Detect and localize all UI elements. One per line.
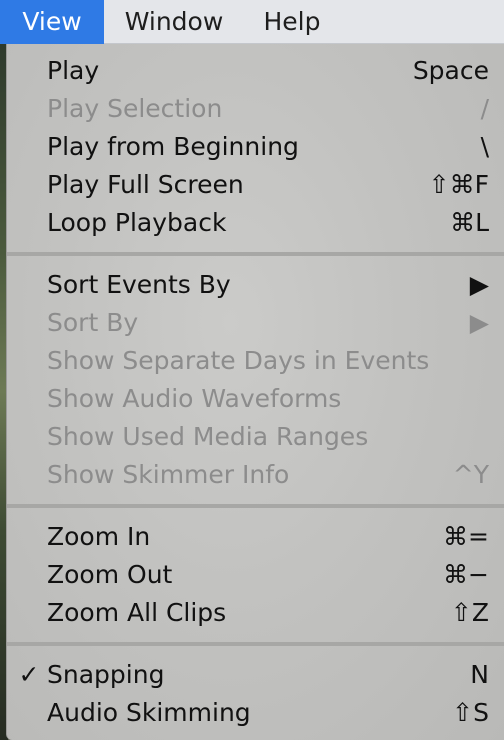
menu-item-play-full-screen[interactable]: Play Full Screen ⇧⌘F [7, 166, 504, 204]
menu-item-zoom-all-clips[interactable]: Zoom All Clips ⇧Z [7, 594, 504, 632]
submenu-arrow-icon: ▶ [469, 270, 489, 299]
menu-item-label: Show Audio Waveforms [47, 384, 342, 413]
menu-item-label: Play [47, 56, 100, 85]
menu-item-loop-playback[interactable]: Loop Playback ⌘L [7, 204, 504, 242]
menu-separator [7, 252, 504, 256]
menu-item-shortcut: ⇧Z [450, 598, 489, 627]
menu-item-shortcut: ^Y [452, 460, 489, 489]
menu-item-play[interactable]: Play Space [7, 52, 504, 90]
menu-bar-window[interactable]: Window [110, 0, 238, 44]
menu-item-label: Sort Events By [47, 270, 231, 299]
menu-item-label: Zoom Out [47, 560, 173, 589]
menu-item-sort-events-by[interactable]: Sort Events By ▶ [7, 266, 504, 304]
menu-item-label: Show Skimmer Info [47, 460, 290, 489]
menu-item-label: Show Separate Days in Events [47, 346, 430, 375]
menu-separator [7, 642, 504, 646]
menu-item-label: Sort By [47, 308, 139, 337]
menu-bar: View Window Help [0, 0, 504, 44]
menu-item-zoom-in[interactable]: Zoom In ⌘= [7, 518, 504, 556]
menu-item-shortcut: ⇧S [452, 698, 489, 727]
menu-item-shortcut: ⌘− [443, 560, 489, 589]
menu-item-snapping[interactable]: ✓ Snapping N [7, 656, 504, 694]
menu-item-label: Audio Skimming [47, 698, 251, 727]
menu-separator [7, 504, 504, 508]
menu-item-label: Zoom In [47, 522, 151, 551]
menu-item-play-selection[interactable]: Play Selection / [7, 90, 504, 128]
submenu-arrow-icon: ▶ [469, 308, 489, 337]
menu-item-zoom-out[interactable]: Zoom Out ⌘− [7, 556, 504, 594]
menu-item-label: Show Used Media Ranges [47, 422, 369, 451]
menu-item-show-audio-waveforms[interactable]: Show Audio Waveforms [7, 380, 504, 418]
menu-item-sort-by[interactable]: Sort By ▶ [7, 304, 504, 342]
menu-item-shortcut: ⌘= [443, 522, 489, 551]
menu-item-label: Play Selection [47, 94, 223, 123]
menu-item-label: Play Full Screen [47, 170, 244, 199]
menu-item-play-from-beginning[interactable]: Play from Beginning \ [7, 128, 504, 166]
menu-item-label: Zoom All Clips [47, 598, 227, 627]
menu-item-label: Loop Playback [47, 208, 227, 237]
menu-item-shortcut: Space [412, 56, 489, 85]
menu-item-audio-skimming[interactable]: Audio Skimming ⇧S [7, 694, 504, 732]
menu-item-shortcut: / [480, 94, 489, 123]
checkmark-icon: ✓ [18, 660, 40, 689]
menu-bar-view[interactable]: View [0, 0, 104, 44]
view-menu-dropdown: Play Space Play Selection / Play from Be… [6, 44, 504, 740]
menu-item-label: Snapping [47, 660, 165, 689]
menu-item-show-separate-days[interactable]: Show Separate Days in Events [7, 342, 504, 380]
menu-item-show-skimmer-info[interactable]: Show Skimmer Info ^Y [7, 456, 504, 494]
menu-item-shortcut: \ [480, 132, 489, 161]
menu-item-label: Play from Beginning [47, 132, 299, 161]
menu-item-shortcut: N [470, 660, 489, 689]
menu-bar-help[interactable]: Help [248, 0, 336, 44]
menu-item-shortcut: ⇧⌘F [428, 170, 489, 199]
menu-item-show-used-media-ranges[interactable]: Show Used Media Ranges [7, 418, 504, 456]
menu-item-shortcut: ⌘L [450, 208, 489, 237]
